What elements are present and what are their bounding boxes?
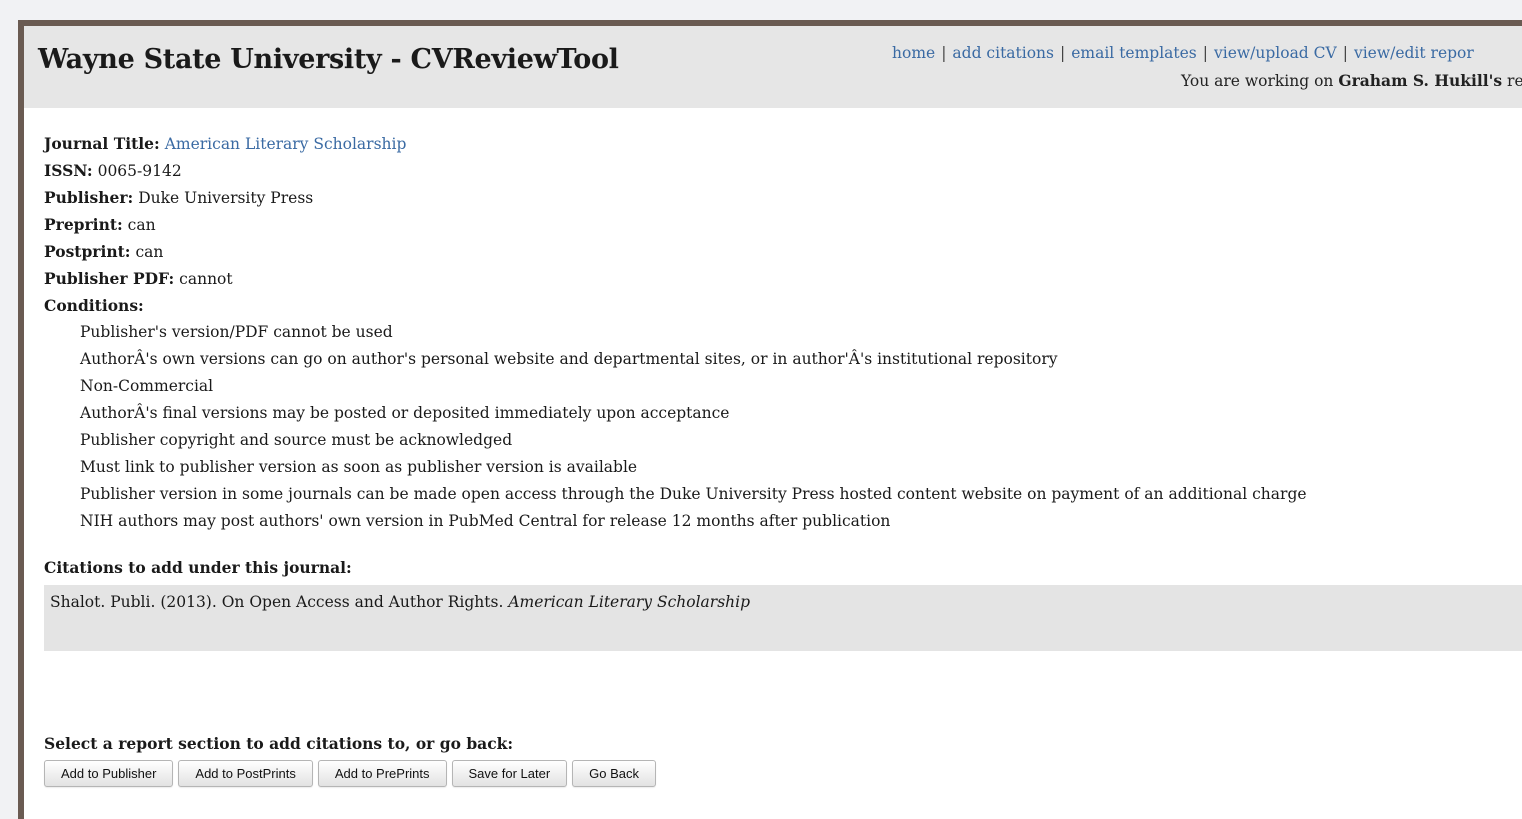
publisher-pdf-row: Publisher PDF: cannot [44, 265, 1522, 292]
citation-text: Shalot. Publi. (2013). On Open Access an… [50, 593, 504, 611]
nav-view-edit-report-link[interactable]: view/edit repor [1354, 44, 1474, 62]
postprint-value: can [135, 243, 164, 261]
nav-email-templates-link[interactable]: email templates [1071, 44, 1197, 62]
conditions-label: Conditions: [44, 296, 144, 315]
condition-item: AuthorÂ's own versions can go on author'… [80, 350, 1058, 368]
publisher-row: Publisher: Duke University Press [44, 184, 1522, 211]
publisher-label: Publisher: [44, 188, 134, 207]
nav-separator: | [1342, 44, 1348, 62]
citations-heading: Citations to add under this journal: [44, 558, 352, 577]
nav-view-upload-cv-link[interactable]: view/upload CV [1214, 44, 1337, 62]
working-suffix: repor [1507, 72, 1522, 90]
preprint-value: can [127, 216, 156, 234]
postprint-row: Postprint: can [44, 238, 1522, 265]
top-nav: home | add citations | email templates | view/… [892, 44, 1474, 62]
select-section-heading: Select a report section to add citations… [44, 734, 514, 753]
nav-separator: | [1202, 44, 1208, 62]
journal-details: Journal Title: American Literary Scholar… [44, 130, 1522, 535]
journal-title-link[interactable]: American Literary Scholarship [165, 135, 407, 153]
add-to-postprints-button[interactable]: Add to PostPrints [178, 760, 313, 787]
add-to-preprints-button[interactable]: Add to PrePrints [317, 760, 447, 787]
journal-title-label: Journal Title: [44, 134, 160, 153]
preprint-row: Preprint: can [44, 211, 1522, 238]
nav-add-citations-link[interactable]: add citations [952, 44, 1054, 62]
citation-journal: American Literary Scholarship [508, 593, 751, 611]
preprint-label: Preprint: [44, 215, 123, 234]
site-title: Wayne State University - CVReviewTool [38, 44, 619, 75]
add-to-publisher-button[interactable]: Add to Publisher [44, 760, 174, 787]
working-on-status: You are working on Graham S. Hukill's re… [1181, 71, 1522, 90]
condition-item: AuthorÂ's final versions may be posted o… [80, 404, 730, 422]
postprint-label: Postprint: [44, 242, 131, 261]
nav-separator: | [1060, 44, 1066, 62]
publisher-pdf-label: Publisher PDF: [44, 269, 175, 288]
condition-item: Non-Commercial [80, 377, 214, 395]
save-for-later-button[interactable]: Save for Later [451, 760, 568, 787]
nav-separator: | [941, 44, 947, 62]
page-header: Wayne State University - CVReviewTool ho… [24, 26, 1522, 108]
condition-item: Publisher's version/PDF cannot be used [80, 323, 393, 341]
journal-title-row: Journal Title: American Literary Scholar… [44, 130, 1522, 157]
conditions-row: Conditions: [44, 292, 1522, 319]
issn-value: 0065-9142 [97, 162, 182, 180]
publisher-value: Duke University Press [138, 189, 314, 207]
publisher-pdf-value: cannot [179, 270, 233, 288]
condition-item: Must link to publisher version as soon a… [80, 458, 638, 476]
action-buttons: Add to Publisher Add to PostPrints Add t… [44, 760, 657, 787]
working-user-name: Graham S. Hukill's [1338, 71, 1503, 90]
nav-home-link[interactable]: home [892, 44, 935, 62]
page-frame: Wayne State University - CVReviewTool ho… [18, 20, 1522, 819]
issn-label: ISSN: [44, 161, 93, 180]
condition-item: Publisher version in some journals can b… [80, 485, 1307, 503]
condition-item: NIH authors may post authors' own versio… [80, 512, 891, 530]
working-prefix: You are working on [1181, 72, 1334, 90]
citations-list: Shalot. Publi. (2013). On Open Access an… [44, 585, 1522, 651]
condition-item: Publisher copyright and source must be a… [80, 431, 513, 449]
issn-row: ISSN: 0065-9142 [44, 157, 1522, 184]
go-back-button[interactable]: Go Back [572, 760, 657, 787]
